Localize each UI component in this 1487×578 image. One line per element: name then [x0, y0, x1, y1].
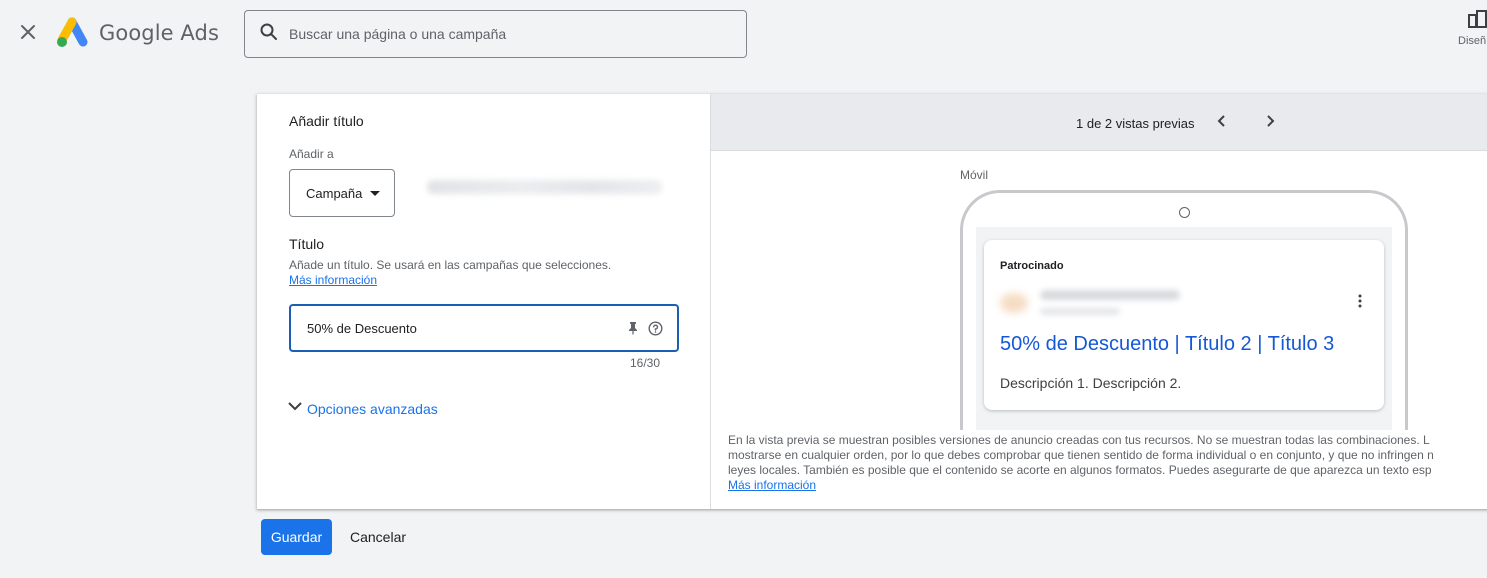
form-heading: Añadir título — [289, 113, 364, 129]
next-preview-button[interactable] — [1258, 111, 1282, 135]
more-info-link[interactable]: Más información — [289, 273, 377, 287]
disclaimer-more-info-link[interactable]: Más información — [728, 478, 816, 492]
device-label: Móvil — [960, 168, 989, 182]
phone-camera-icon — [1179, 207, 1190, 218]
design-icon — [1468, 10, 1487, 33]
edit-card: Añadir título Añadir a Campaña Título Añ… — [257, 94, 1487, 509]
ad-options-button[interactable] — [1352, 294, 1368, 312]
preview-pane: 1 de 2 vistas previas Móvil Patrocinado — [711, 94, 1487, 509]
campaign-select[interactable]: Campaña — [289, 169, 395, 217]
title-input[interactable] — [307, 320, 625, 336]
sponsored-label: Patrocinado — [1000, 260, 1064, 272]
disclaimer-line: En la vista previa se muestran posibles … — [728, 433, 1430, 447]
more-vert-icon — [1358, 294, 1362, 313]
title-field[interactable] — [289, 304, 679, 352]
chevron-down-icon — [287, 398, 303, 419]
google-ads-logo-icon — [55, 17, 89, 49]
brand-name: Google Ads — [99, 21, 219, 45]
advanced-options-label: Opciones avanzadas — [307, 400, 438, 417]
save-button[interactable]: Guardar — [261, 519, 332, 555]
search-box[interactable] — [244, 10, 747, 58]
ad-headline[interactable]: 50% de Descuento | Título 2 | Título 3 — [1000, 333, 1334, 356]
campaign-select-value: Campaña — [306, 185, 363, 201]
close-button[interactable] — [14, 20, 42, 48]
title-help-text: Añade un título. Se usará en las campaña… — [289, 258, 612, 272]
search-input[interactable] — [289, 26, 729, 42]
form-pane: Añadir título Añadir a Campaña Título Añ… — [257, 94, 711, 509]
chevron-right-icon — [1263, 114, 1277, 133]
advanced-options-toggle[interactable]: Opciones avanzadas — [287, 398, 438, 419]
preview-count: 1 de 2 vistas previas — [1076, 116, 1195, 131]
advertiser-name-redacted — [1040, 290, 1180, 300]
design-label: Diseñ — [1458, 35, 1487, 47]
ad-description: Descripción 1. Descripción 2. — [1000, 375, 1182, 391]
design-button[interactable]: Diseñ — [1458, 10, 1487, 52]
close-icon — [19, 23, 37, 46]
cancel-button[interactable]: Cancelar — [340, 519, 416, 555]
advertiser-url-redacted — [1040, 308, 1120, 315]
disclaimer-line: mostrarse en cualquier orden, por lo que… — [728, 448, 1434, 462]
add-to-label: Añadir a — [289, 147, 334, 161]
previous-preview-button[interactable] — [1210, 111, 1234, 135]
ad-preview-card: Patrocinado 50% de Descuento | Título 2 … — [984, 240, 1384, 410]
dropdown-arrow-icon — [370, 190, 381, 196]
advertiser-favicon — [1000, 293, 1028, 313]
pin-icon[interactable] — [625, 320, 641, 336]
preview-disclaimer: En la vista previa se muestran posibles … — [728, 433, 1487, 493]
title-field-label: Título — [289, 236, 325, 252]
phone-screen: Patrocinado 50% de Descuento | Título 2 … — [976, 227, 1392, 430]
disclaimer-line: leyes locales. También es posible que el… — [728, 463, 1432, 477]
char-counter: 16/30 — [630, 356, 661, 370]
help-circle-icon[interactable] — [647, 320, 663, 336]
campaign-name-redacted — [427, 180, 662, 194]
chevron-left-icon — [1215, 114, 1229, 133]
phone-frame: Patrocinado 50% de Descuento | Título 2 … — [960, 190, 1408, 430]
preview-header: 1 de 2 vistas previas — [711, 94, 1487, 151]
search-icon — [259, 22, 279, 47]
